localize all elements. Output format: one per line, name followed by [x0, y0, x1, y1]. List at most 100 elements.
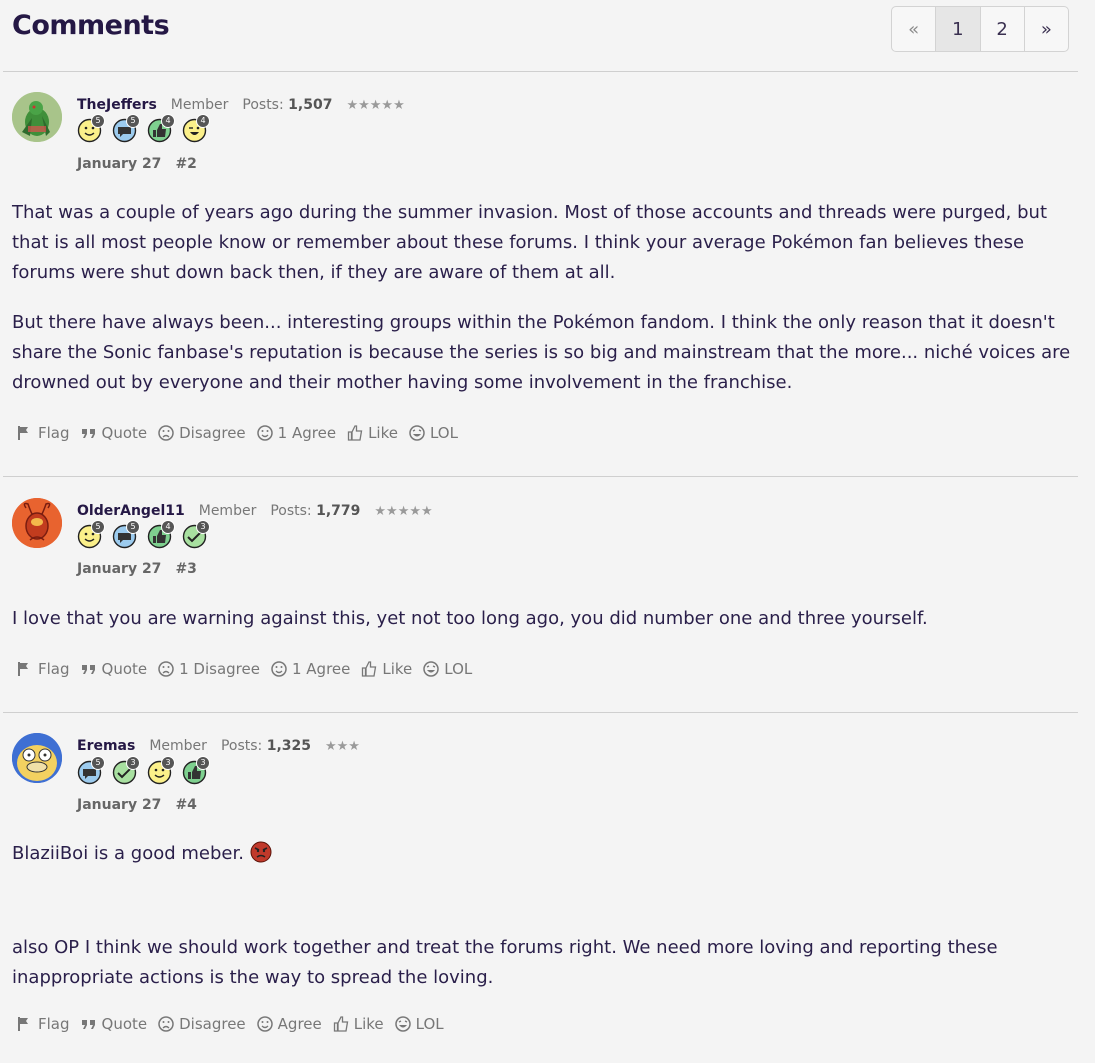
like-button[interactable]: Like [333, 1015, 384, 1033]
lol-button[interactable]: LOL [423, 660, 472, 678]
comment-paragraph: BlaziiBoi is a good meber. [12, 839, 1072, 873]
post-date: January 27 #4 [77, 797, 197, 813]
speech-badge-icon[interactable]: 5 [112, 114, 140, 143]
user-meta: Eremas Member Posts: 1,325 ★★★ [77, 736, 360, 756]
username[interactable]: TheJeffers [77, 97, 157, 113]
badge-count: 5 [91, 756, 105, 770]
thumbsup-badge-icon[interactable]: 3 [182, 756, 210, 785]
smile-icon [256, 1016, 273, 1032]
avatar[interactable] [12, 92, 62, 142]
username[interactable]: Eremas [77, 738, 135, 754]
disagree-button[interactable]: Disagree [158, 424, 246, 442]
like-button[interactable]: Like [361, 660, 412, 678]
pagination: « 1 2 » [891, 6, 1069, 52]
comment-body: I love that you are warning against this… [12, 604, 1072, 654]
comment-body: That was a couple of years ago during th… [12, 198, 1072, 418]
user-meta: OlderAngel11 Member Posts: 1,779 ★★★★★ [77, 501, 433, 521]
pagination-page-1[interactable]: 1 [936, 7, 981, 51]
check-badge-icon[interactable]: 3 [182, 520, 210, 549]
reaction-bar: Flag Quote Disagree 1 Agree Like LOL [17, 424, 469, 442]
frown-icon [158, 661, 174, 677]
user-role: Member [170, 97, 229, 113]
pagination-prev[interactable]: « [892, 7, 937, 51]
username[interactable]: OlderAngel11 [77, 503, 185, 519]
flag-icon [18, 662, 28, 676]
date-text[interactable]: January 27 [77, 797, 161, 813]
badge-count: 3 [196, 756, 210, 770]
laugh-icon [409, 425, 425, 441]
lol-button[interactable]: LOL [409, 424, 458, 442]
comments-header: Comments « 1 2 » [0, 0, 1095, 72]
reaction-bar: Flag Quote 1 Disagree 1 Agree Like LOL [17, 660, 483, 678]
wink-badge-icon[interactable]: 4 [182, 114, 210, 143]
frown-icon [158, 1016, 174, 1032]
badge-count: 4 [196, 114, 210, 128]
smiley-badge-icon[interactable]: 3 [147, 756, 175, 785]
speech-badge-icon[interactable]: 5 [77, 756, 105, 785]
flag-icon [18, 426, 28, 440]
post-id[interactable]: #2 [175, 156, 196, 172]
speech-badge-icon[interactable]: 5 [112, 520, 140, 549]
page-title: Comments [12, 10, 170, 41]
thumbsup-badge-icon[interactable]: 4 [147, 520, 175, 549]
badge-count: 5 [126, 520, 140, 534]
avatar[interactable] [12, 733, 62, 783]
badge-row: 5 5 4 3 [77, 520, 210, 549]
comment-body: BlaziiBoi is a good meber. also OP I thi… [12, 839, 1072, 1013]
smiley-badge-icon[interactable]: 5 [77, 114, 105, 143]
post-id[interactable]: #4 [175, 797, 196, 813]
lol-button[interactable]: LOL [394, 1015, 444, 1033]
agree-button[interactable]: Agree [256, 1015, 322, 1033]
divider [3, 476, 1078, 477]
post-date: January 27 #2 [77, 156, 197, 172]
user-role: Member [149, 738, 207, 754]
quote-icon [81, 665, 95, 674]
badge-count: 5 [91, 114, 105, 128]
date-text[interactable]: January 27 [77, 561, 161, 577]
disagree-button[interactable]: 1 Disagree [158, 660, 260, 678]
date-text[interactable]: January 27 [77, 156, 161, 172]
agree-button[interactable]: 1 Agree [256, 424, 336, 442]
flag-icon [18, 1017, 28, 1031]
pagination-page-2[interactable]: 2 [981, 7, 1025, 51]
rating-stars: ★★★★★ [374, 503, 433, 519]
reaction-bar: Flag Quote Disagree Agree Like LOL [17, 1015, 455, 1033]
disagree-button[interactable]: Disagree [158, 1015, 246, 1033]
badge-count: 5 [91, 520, 105, 534]
post-count: Posts: 1,325 [220, 738, 311, 754]
quote-button[interactable]: Quote [81, 660, 147, 678]
badge-count: 4 [161, 520, 175, 534]
avatar[interactable] [12, 498, 62, 548]
quote-icon [81, 429, 95, 438]
post-date: January 27 #3 [77, 561, 197, 577]
angry-face-icon [250, 841, 272, 873]
pagination-next[interactable]: » [1025, 7, 1068, 51]
comment-paragraph: also OP I think we should work together … [12, 937, 998, 988]
badge-count: 3 [126, 756, 140, 770]
post-count: Posts: 1,779 [270, 503, 361, 519]
user-meta: TheJeffers Member Posts: 1,507 ★★★★★ [77, 95, 405, 115]
like-button[interactable]: Like [347, 424, 398, 442]
quote-button[interactable]: Quote [81, 1015, 147, 1033]
badge-count: 4 [161, 114, 175, 128]
flag-button[interactable]: Flag [17, 660, 70, 678]
quote-icon [81, 1020, 95, 1029]
agree-button[interactable]: 1 Agree [271, 660, 350, 678]
comment-paragraph: That was a couple of years ago during th… [12, 202, 1048, 283]
flag-button[interactable]: Flag [17, 1015, 70, 1033]
post-id[interactable]: #3 [175, 561, 196, 577]
check-badge-icon[interactable]: 3 [112, 756, 140, 785]
quote-button[interactable]: Quote [81, 424, 147, 442]
badge-count: 3 [196, 520, 210, 534]
smiley-badge-icon[interactable]: 5 [77, 520, 105, 549]
flag-button[interactable]: Flag [17, 424, 70, 442]
smile-icon [256, 425, 273, 441]
divider [3, 712, 1078, 713]
rating-stars: ★★★ [325, 738, 360, 754]
thumbs-up-icon [333, 1016, 349, 1032]
smile-icon [271, 661, 287, 677]
laugh-icon [394, 1016, 411, 1032]
badge-row: 5 3 3 3 [77, 756, 210, 785]
badge-count: 3 [161, 756, 175, 770]
thumbsup-badge-icon[interactable]: 4 [147, 114, 175, 143]
